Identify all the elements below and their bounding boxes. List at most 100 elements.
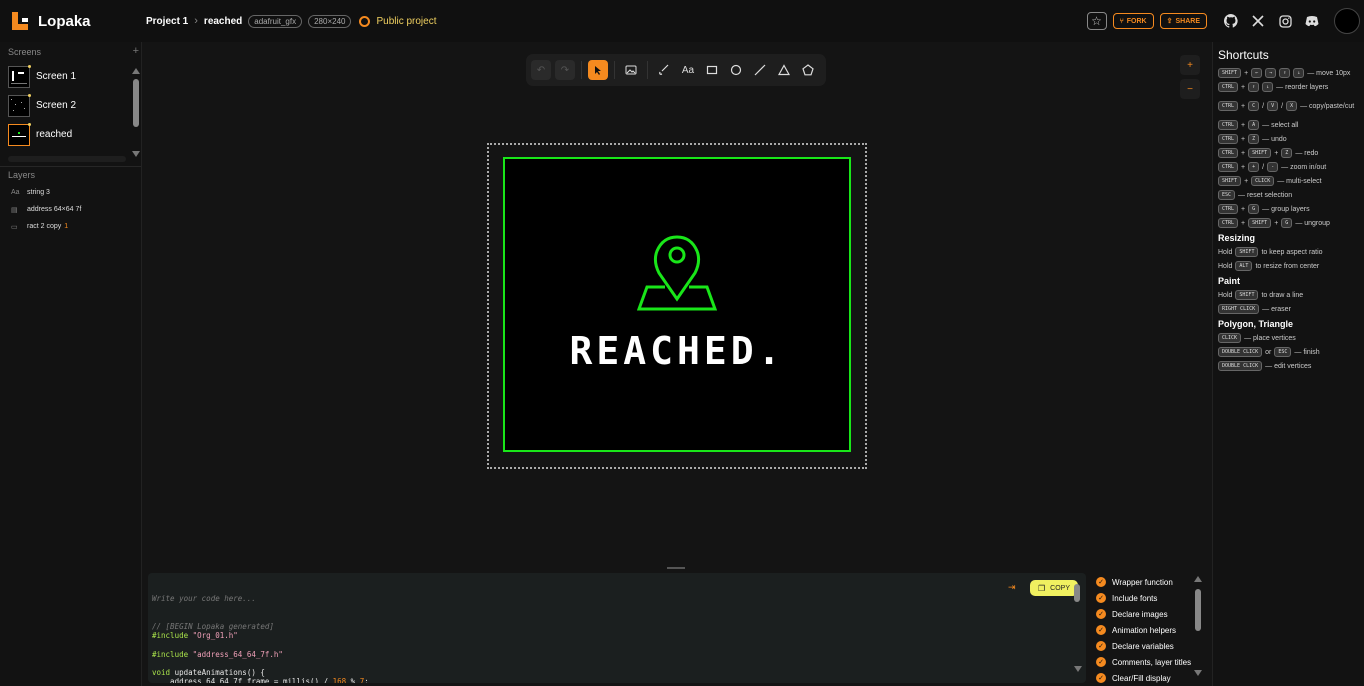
key-cap: CTRL [1218,134,1239,144]
breadcrumb-screen[interactable]: reached [204,16,242,27]
divider [581,61,582,79]
rectangle-icon [706,65,718,75]
key-cap: ↑ [1248,82,1260,92]
code-token: updateAnimations() { [174,668,265,678]
x-icon[interactable] [1248,11,1268,31]
option-checkbox[interactable]: ✓ Declare images [1096,606,1206,622]
instagram-icon[interactable] [1275,11,1295,31]
user-avatar[interactable] [1334,8,1360,34]
app-name: Lopaka [38,12,91,30]
triangle-tool-button[interactable] [774,60,794,80]
copy-button[interactable]: ❐ COPY [1030,580,1078,596]
key-cap: CLICK [1251,176,1275,186]
shortcut-line: DOUBLE CLICK — edit vertices [1218,359,1364,373]
layer-item[interactable]: ▭ ract 2 copy 1 [0,218,141,235]
text-tool-button[interactable]: Aa [678,60,698,80]
fork-icon: ⑂ [1119,17,1124,25]
fork-button[interactable]: ⑂ FORK [1112,13,1154,29]
option-checkbox[interactable]: ✓ Comments, layer titles [1096,654,1206,670]
layer-name: ract 2 copy [27,223,62,230]
paint-tool-button[interactable] [654,60,674,80]
screens-title: Screens [8,47,42,57]
option-label: Wrapper function [1112,577,1173,587]
key-cap: CTRL [1218,148,1239,158]
brush-icon [659,64,669,75]
layers-section: Layers Aa string 3 ▤ address 64×64 7f ▭ … [0,170,141,235]
logo[interactable]: Lopaka [12,12,146,30]
redo-button[interactable]: ↷ [555,60,575,80]
github-icon[interactable] [1221,11,1241,31]
shortcut-line: CTRL + SHIFT + G — ungroup [1218,216,1364,230]
divider [614,61,615,79]
slash-separator: / [1262,163,1265,171]
scroll-up-icon[interactable] [1194,576,1202,582]
code-token: "Org_01.h" [192,631,238,641]
share-button[interactable]: ⇪ SHARE [1159,13,1207,29]
polygon-tool-button[interactable] [798,60,818,80]
breadcrumb-project[interactable]: Project 1 [146,16,188,27]
shortcut-line: RIGHT CLICK — eraser [1218,302,1364,316]
star-button[interactable]: ☆ [1086,12,1107,30]
screen-label: Screen 1 [36,71,77,82]
scroll-down-icon[interactable] [1194,670,1202,676]
key-cap: ← [1251,68,1263,78]
public-project-toggle[interactable]: Public project [359,15,437,27]
undo-button[interactable]: ↶ [531,60,551,80]
key-cap: CTRL [1218,120,1239,130]
resolution-badge[interactable]: 280×240 [308,14,352,28]
copy-icon: ❐ [1037,583,1046,593]
option-checkbox[interactable]: ✓ Include fonts [1096,590,1206,606]
rect-layer-icon: ▭ [11,223,18,231]
slash-separator: / [1262,102,1265,110]
display-canvas[interactable]: REACHED. [503,157,851,452]
shortcut-line: CTRL + G — group layers [1218,202,1364,216]
zoom-in-button[interactable]: + [1180,55,1200,75]
select-tool-button[interactable] [588,60,608,80]
option-checkbox[interactable]: ✓ Wrapper function [1096,574,1206,590]
screen-list-hscroll[interactable] [8,156,126,162]
chevron-right-icon: › [194,15,198,27]
line-tool-button[interactable] [750,60,770,80]
key-cap: + [1248,162,1260,172]
screen-item[interactable]: Screen 1 [0,62,141,91]
library-badge[interactable]: adafruit_gfx [248,14,303,28]
shortcut-desc: — copy/paste/cut [1300,102,1355,110]
discord-icon[interactable] [1302,11,1322,31]
options-scrollbar[interactable] [1195,589,1201,631]
check-icon: ✓ [1096,673,1106,683]
zoom-out-button[interactable]: − [1180,79,1200,99]
key-cap: SHIFT [1248,148,1272,158]
canvas-text: REACHED. [569,329,785,373]
code-editor[interactable]: Write your code here... // [BEGIN Lopaka… [148,573,1086,683]
code-content[interactable]: Write your code here... // [BEGIN Lopaka… [148,573,1086,683]
resize-handle[interactable] [667,567,685,569]
screen-item-active[interactable]: reached [0,120,141,149]
option-label: Animation helpers [1112,625,1177,635]
line-icon [754,64,766,76]
shortcut-desc: — reorder layers [1276,83,1329,91]
shortcut-desc: — move 10px [1307,69,1351,77]
screen-item[interactable]: Screen 2 [0,91,141,120]
plus-separator: + [1241,102,1246,110]
circle-tool-button[interactable] [726,60,746,80]
option-checkbox[interactable]: ✓ Declare variables [1096,638,1206,654]
scroll-down-icon[interactable] [1074,666,1082,672]
screen-list-scrollbar[interactable] [131,68,141,162]
key-cap: G [1281,218,1293,228]
image-tool-button[interactable] [621,60,641,80]
key-cap: ↓ [1293,68,1305,78]
layer-item[interactable]: Aa string 3 [0,184,141,201]
export-icon[interactable]: ⇥ [1008,582,1016,593]
shortcut-line: SHIFT + CLICK — multi-select [1218,174,1364,188]
option-checkbox[interactable]: ✓ Animation helpers [1096,622,1206,638]
check-icon: ✓ [1096,609,1106,619]
add-screen-icon[interactable]: + [133,45,139,57]
rect-tool-button[interactable] [702,60,722,80]
option-checkbox[interactable]: ✓ Clear/Fill display [1096,670,1206,686]
code-scrollbar[interactable] [1074,584,1080,602]
code-line: // [BEGIN Lopaka generated] [152,622,1082,631]
screen-label: Screen 2 [36,100,77,111]
option-label: Declare variables [1112,641,1174,651]
layer-item[interactable]: ▤ address 64×64 7f [0,201,141,218]
